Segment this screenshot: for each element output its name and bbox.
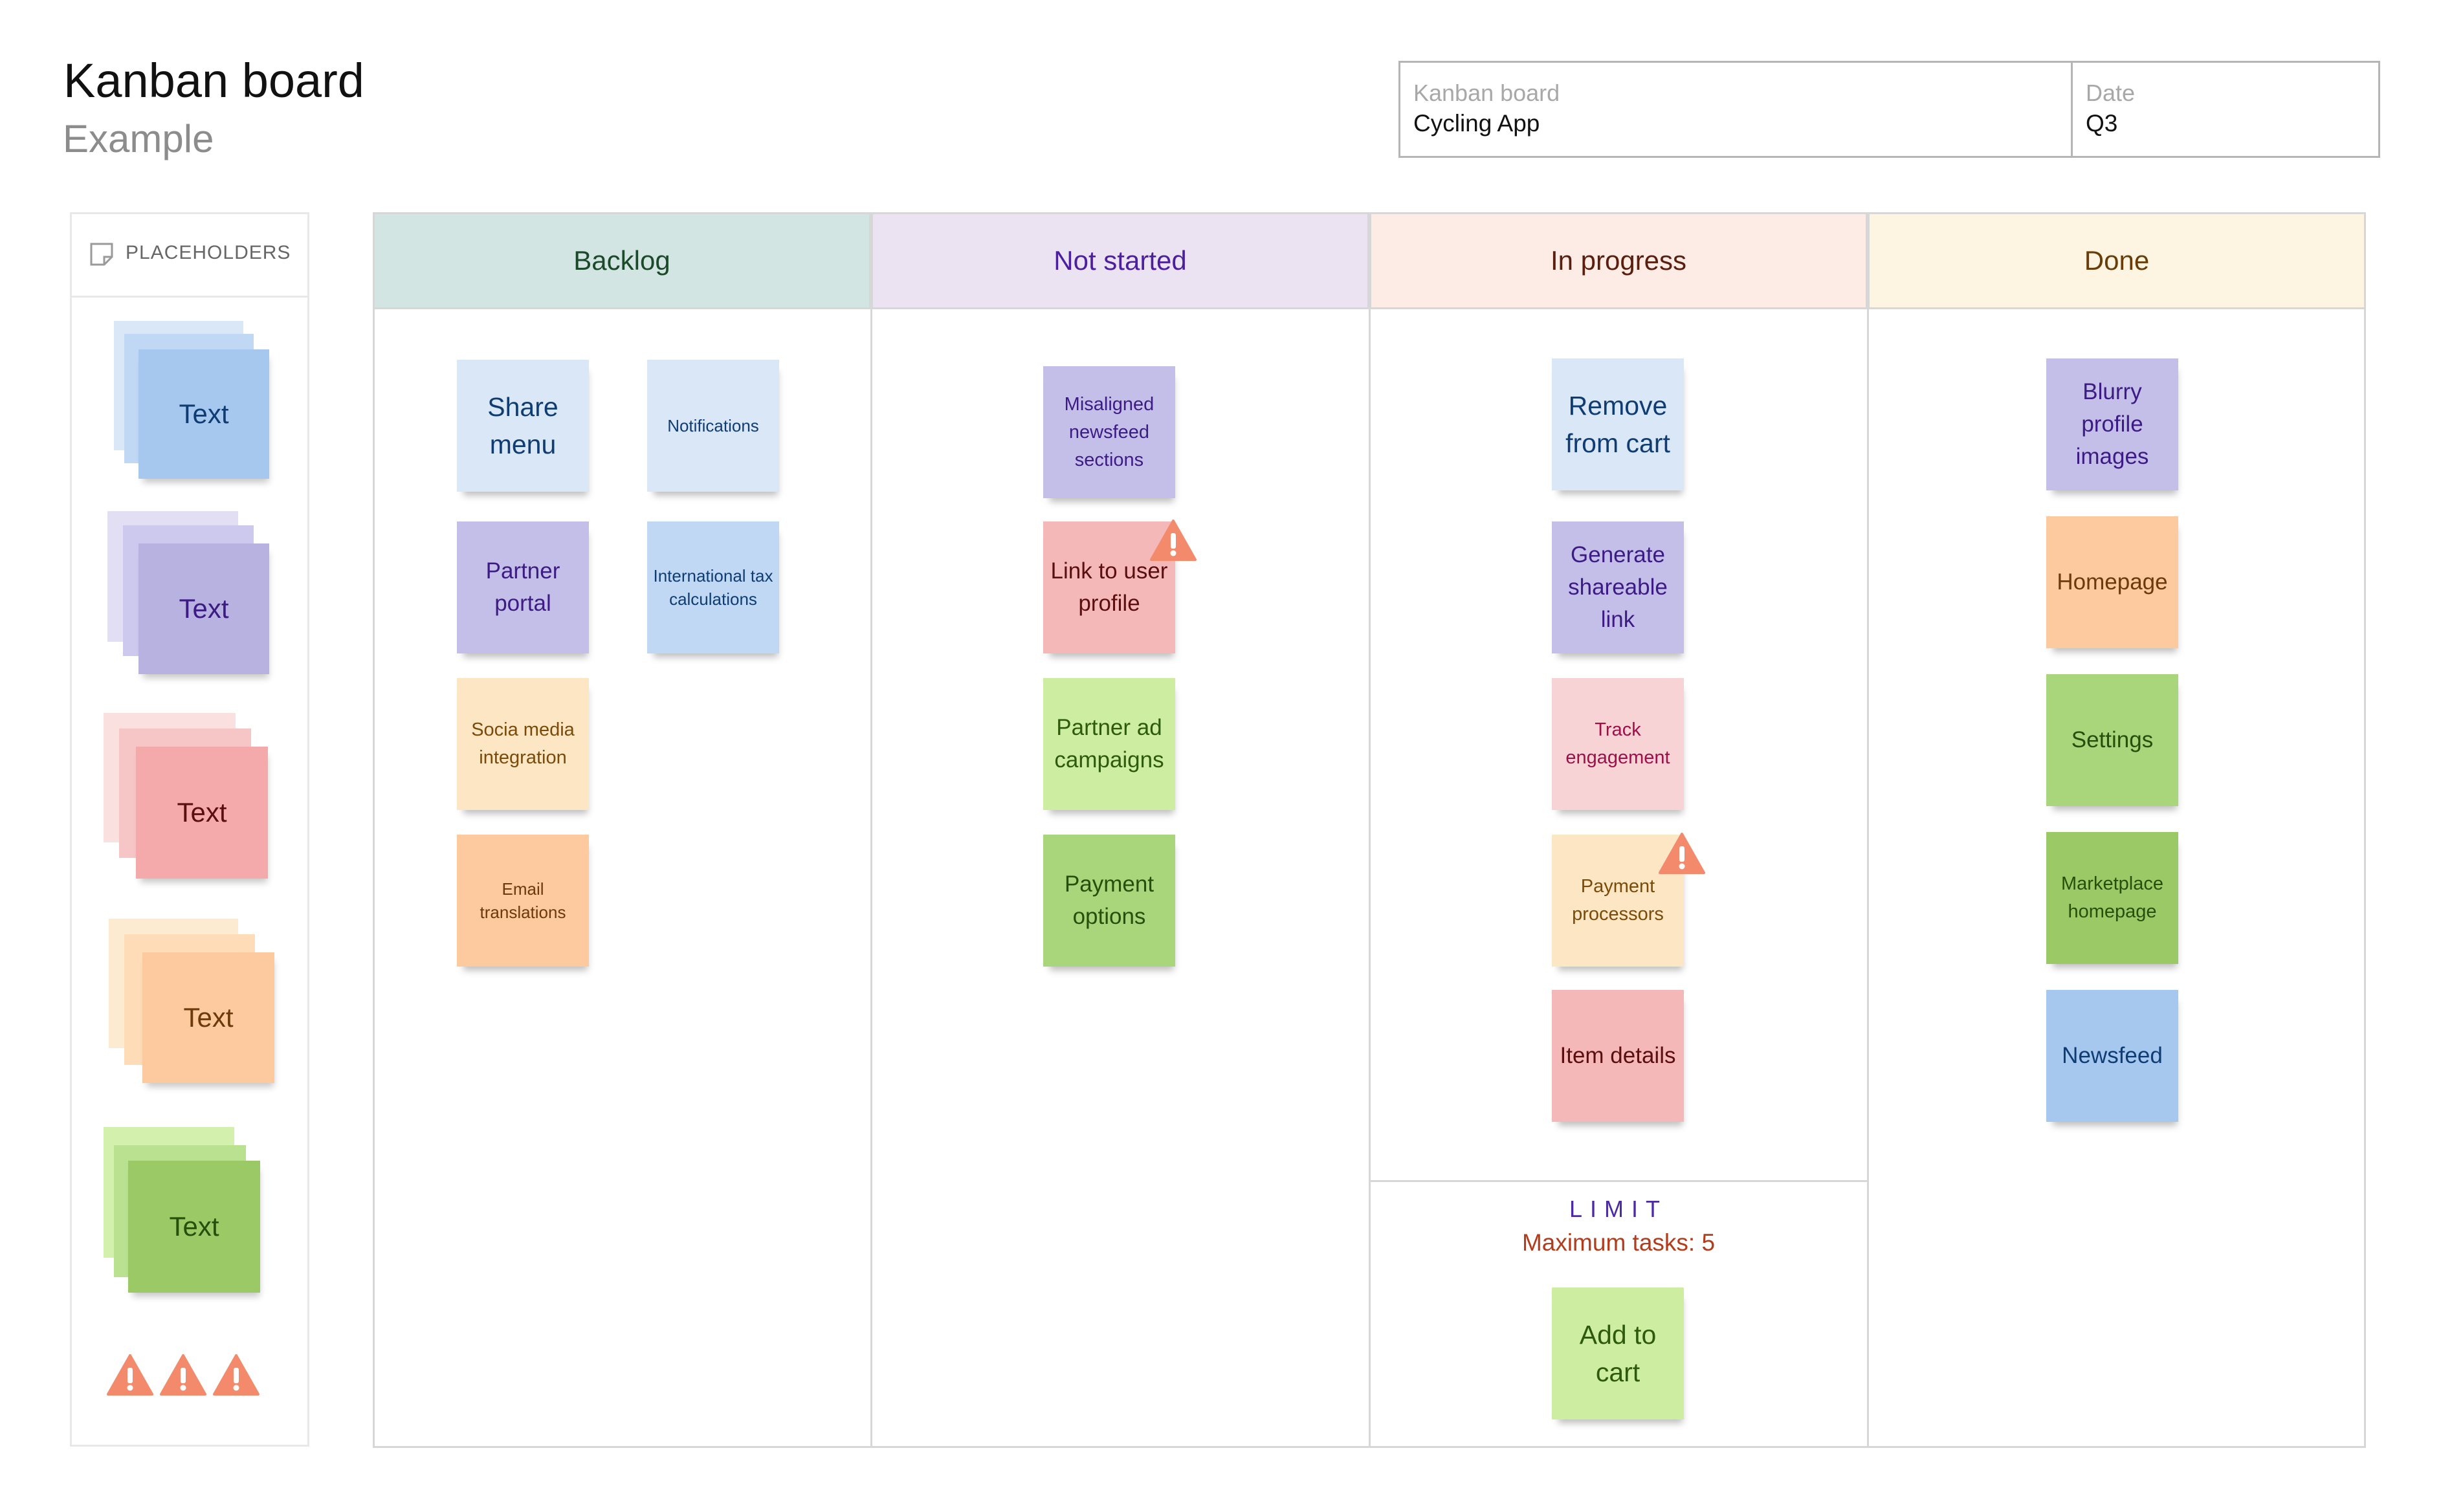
column-header-done[interactable]: Done: [1868, 212, 2366, 309]
note-partner-portal[interactable]: Partner portal: [457, 521, 589, 653]
note-payment-options[interactable]: Payment options: [1043, 835, 1175, 967]
note-settings[interactable]: Settings: [2046, 674, 2178, 806]
placeholder-note-peach[interactable]: Text: [142, 952, 274, 1083]
note-item-details[interactable]: Item details: [1552, 990, 1684, 1122]
page-subtitle: Example: [63, 117, 214, 160]
limit-divider: [1369, 1180, 1868, 1182]
note-homepage[interactable]: Homepage: [2046, 516, 2178, 648]
note-add-to-cart[interactable]: Add to cart: [1552, 1287, 1684, 1419]
sticky-note-icon: [90, 243, 113, 266]
note-marketplace-homepage[interactable]: Marketplace homepage: [2046, 832, 2178, 964]
placeholder-note-blue[interactable]: Text: [138, 349, 269, 479]
placeholder-note-label: Text: [169, 1211, 219, 1242]
column-divider: [1369, 212, 1371, 1448]
placeholder-note-lavender[interactable]: Text: [138, 543, 269, 674]
placeholder-note-label: Text: [183, 1002, 234, 1033]
warning-icon[interactable]: [106, 1353, 154, 1396]
placeholder-note-pink[interactable]: Text: [136, 747, 268, 879]
note-partner-ad-campaigns[interactable]: Partner ad campaigns: [1043, 678, 1175, 810]
warning-icon[interactable]: [1149, 519, 1197, 562]
limit-max-tasks: Maximum tasks: 5: [1521, 1229, 1716, 1256]
note-blurry-profile-images[interactable]: Blurry profile images: [2046, 358, 2178, 490]
board-name-cell[interactable]: Kanban board Cycling App: [1400, 63, 2073, 156]
note-track-engagement[interactable]: Track engagement: [1552, 678, 1684, 810]
column-header-backlog[interactable]: Backlog: [373, 212, 871, 309]
placeholder-note-label: Text: [177, 797, 227, 827]
note-newsfeed[interactable]: Newsfeed: [2046, 990, 2178, 1122]
column-divider: [1867, 212, 1869, 1448]
note-generate-shareable-link[interactable]: Generate shareable link: [1552, 521, 1684, 653]
note-email-translations[interactable]: Email translations: [457, 835, 589, 967]
board-name-label: Kanban board: [1413, 80, 1560, 106]
note-social-media[interactable]: Socia media integration: [457, 678, 589, 810]
column-header-in-progress[interactable]: In progress: [1369, 212, 1868, 309]
placeholder-note-label: Text: [179, 399, 229, 429]
date-value[interactable]: Q3: [2086, 107, 2378, 140]
date-label: Date: [2086, 80, 2136, 106]
date-cell[interactable]: Date Q3: [2073, 63, 2378, 156]
column-divider: [870, 212, 872, 1448]
board-name-value[interactable]: Cycling App: [1413, 107, 2071, 140]
placeholder-note-label: Text: [179, 593, 229, 624]
warning-icon[interactable]: [159, 1353, 207, 1396]
placeholders-label: PLACEHOLDERS: [126, 242, 291, 263]
note-misaligned-newsfeed[interactable]: Misaligned newsfeed sections: [1043, 366, 1175, 498]
page-title: Kanban board: [63, 54, 364, 107]
warning-icon[interactable]: [212, 1353, 260, 1396]
note-international-tax[interactable]: International tax calculations: [647, 521, 779, 653]
note-share-menu[interactable]: Share menu: [457, 360, 589, 492]
note-notifications[interactable]: Notifications: [647, 360, 779, 492]
warning-icon[interactable]: [1658, 832, 1706, 875]
board-info-box: Kanban board Cycling App Date Q3: [1398, 61, 2380, 158]
placeholder-note-green[interactable]: Text: [128, 1161, 260, 1293]
note-remove-from-cart[interactable]: Remove from cart: [1552, 358, 1684, 490]
column-header-not-started[interactable]: Not started: [871, 212, 1369, 309]
limit-title: LIMIT: [1569, 1196, 1668, 1222]
